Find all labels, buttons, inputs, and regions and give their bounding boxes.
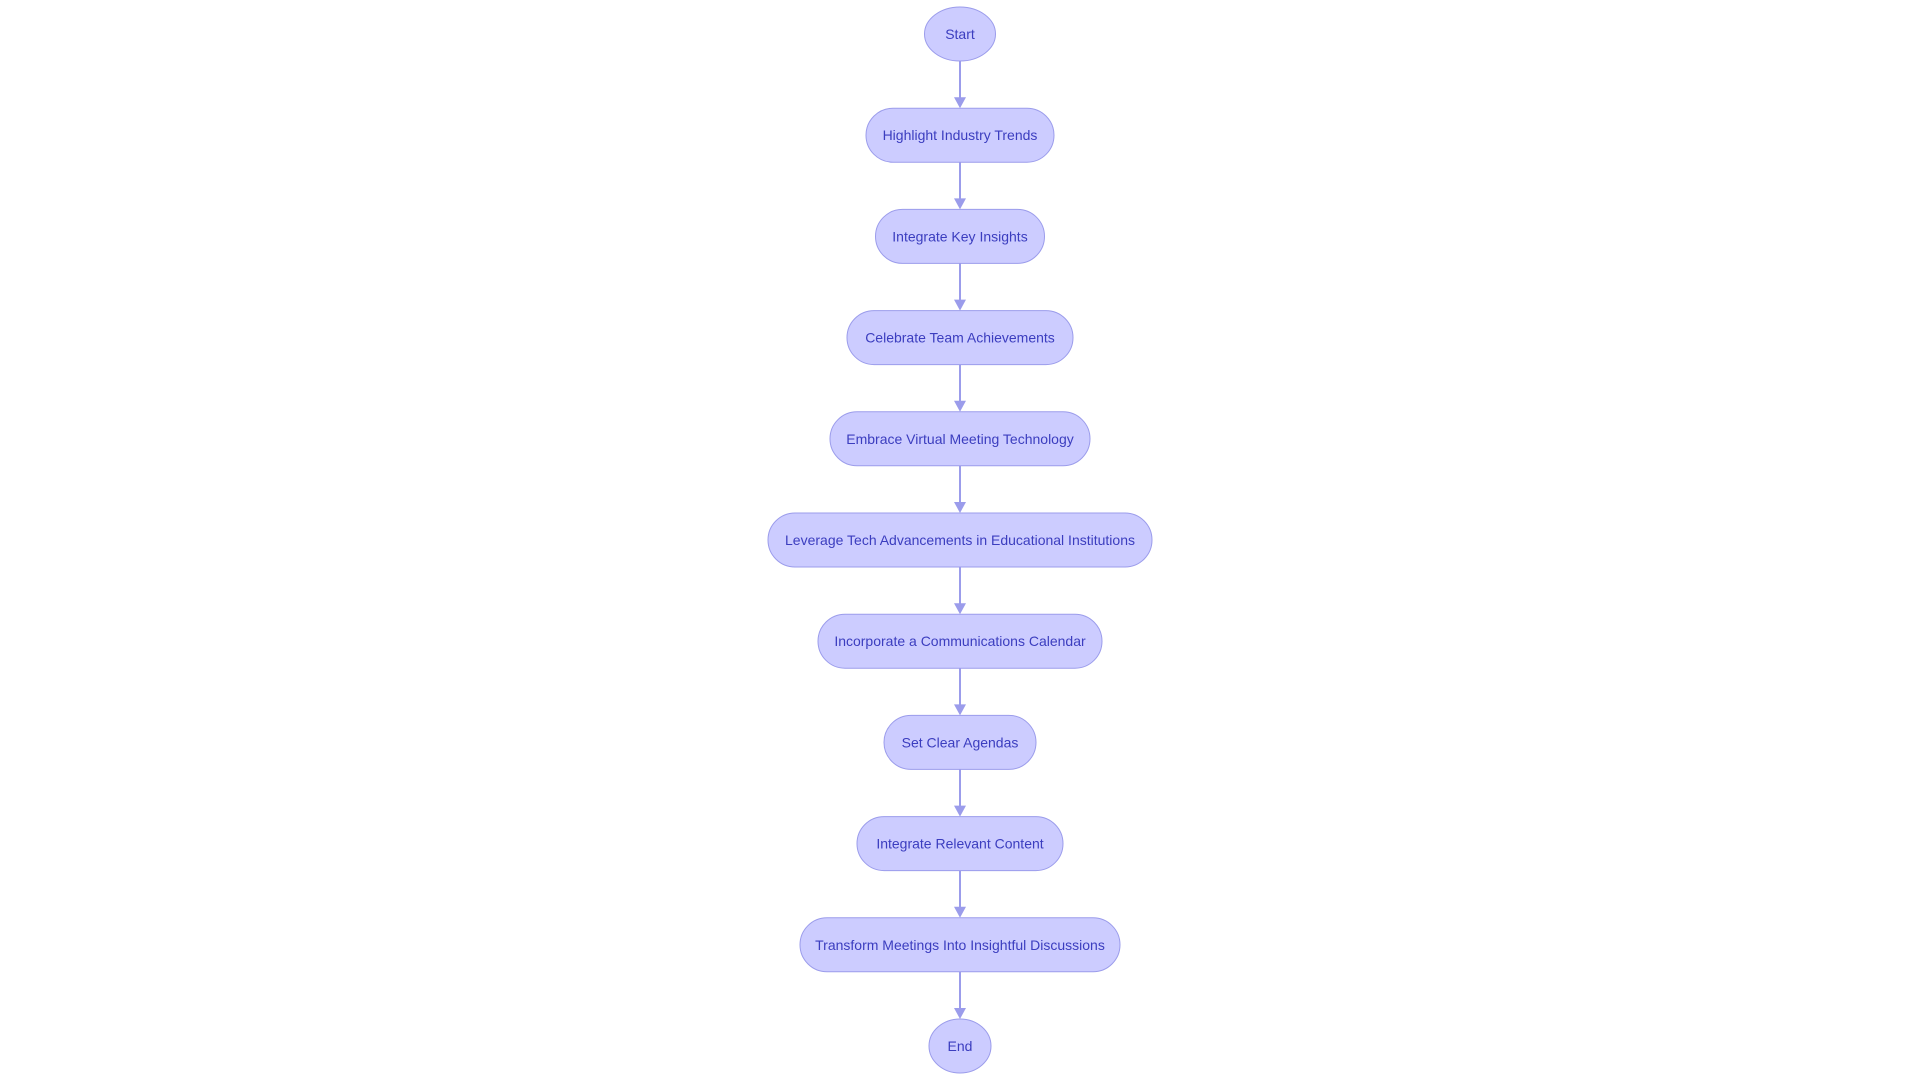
edge-n2-n3 bbox=[954, 263, 966, 311]
node-label: Leverage Tech Advancements in Educationa… bbox=[785, 532, 1135, 548]
edge-n6-n7 bbox=[954, 668, 966, 716]
node-n8: Integrate Relevant Content bbox=[856, 816, 1064, 872]
arrowhead-icon bbox=[954, 1008, 966, 1019]
node-label: Embrace Virtual Meeting Technology bbox=[846, 431, 1074, 447]
flowchart: Start Highlight Industry Trends Integrate … bbox=[767, 6, 1153, 1074]
arrowhead-icon bbox=[954, 805, 966, 817]
node-label: Transform Meetings Into Insightful Discu… bbox=[815, 937, 1105, 953]
node-label: Integrate Relevant Content bbox=[876, 836, 1043, 852]
node-n6: Incorporate a Communications Calendar bbox=[817, 613, 1103, 669]
node-n1: Highlight Industry Trends bbox=[865, 107, 1055, 163]
arrowhead-icon bbox=[954, 704, 966, 716]
node-end: End bbox=[928, 1018, 992, 1074]
edge-n4-n5 bbox=[954, 465, 966, 513]
edge-n8-n9 bbox=[954, 870, 966, 918]
arrowhead-icon bbox=[954, 603, 966, 615]
node-label: End bbox=[948, 1038, 973, 1054]
edge-n3-n4 bbox=[954, 364, 966, 412]
node-label: Celebrate Team Achievements bbox=[865, 330, 1055, 346]
node-label: Start bbox=[945, 26, 975, 42]
node-n3: Celebrate Team Achievements bbox=[846, 310, 1074, 366]
arrowhead-icon bbox=[954, 906, 966, 918]
edge-n1-n2 bbox=[954, 162, 966, 210]
node-label: Incorporate a Communications Calendar bbox=[834, 633, 1086, 649]
node-n9: Transform Meetings Into Insightful Discu… bbox=[799, 917, 1121, 973]
arrowhead-icon bbox=[954, 502, 966, 513]
node-n7: Set Clear Agendas bbox=[883, 714, 1037, 770]
node-n4: Embrace Virtual Meeting Technology bbox=[829, 411, 1091, 467]
node-label: Set Clear Agendas bbox=[902, 734, 1019, 750]
node-label: Highlight Industry Trends bbox=[883, 127, 1038, 143]
edge-start-n1 bbox=[954, 61, 966, 109]
arrowhead-icon bbox=[954, 299, 966, 311]
node-n5: Leverage Tech Advancements in Educationa… bbox=[767, 512, 1153, 568]
edge-n9-end bbox=[954, 971, 966, 1019]
node-start: Start bbox=[924, 6, 996, 62]
node-label: Integrate Key Insights bbox=[892, 228, 1027, 244]
edge-n7-n8 bbox=[954, 769, 966, 817]
node-n2: Integrate Key Insights bbox=[875, 208, 1045, 264]
edge-n5-n6 bbox=[954, 567, 966, 615]
arrowhead-icon bbox=[954, 198, 966, 210]
arrowhead-icon bbox=[954, 400, 966, 412]
arrowhead-icon bbox=[954, 97, 966, 109]
